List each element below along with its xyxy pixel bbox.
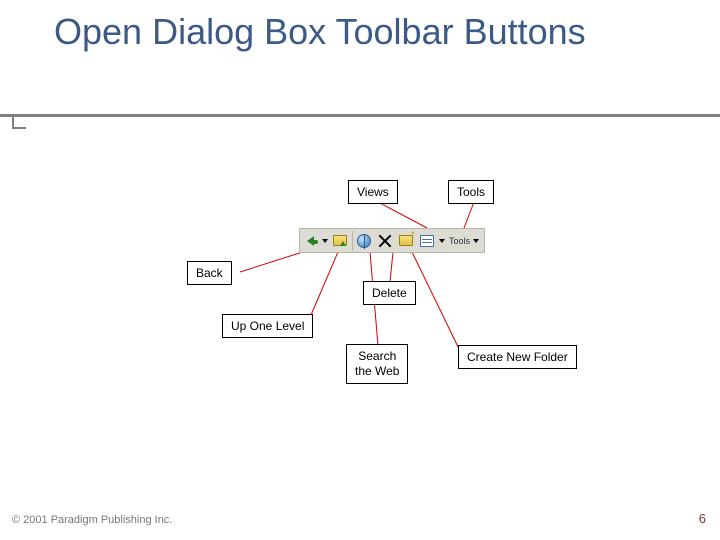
footer-page-number: 6 [699, 511, 706, 526]
callout-up-one-level: Up One Level [222, 314, 313, 338]
callout-search-line1: Search [358, 349, 396, 363]
back-arrow-icon [307, 236, 314, 246]
callout-search-line2: the Web [355, 364, 399, 378]
callout-back: Back [187, 261, 232, 285]
delete-x-icon [378, 234, 392, 248]
globe-icon [357, 234, 371, 248]
callout-new-folder: Create New Folder [458, 345, 577, 369]
page-title: Open Dialog Box Toolbar Buttons [54, 10, 586, 53]
separator [352, 231, 353, 251]
footer-copyright: © 2001 Paradigm Publishing Inc. [12, 514, 172, 526]
callout-views: Views [348, 180, 398, 204]
delete-button[interactable] [374, 230, 395, 252]
create-new-folder-button[interactable] [395, 230, 416, 252]
new-folder-icon [399, 235, 413, 246]
tools-menu[interactable]: Tools [446, 230, 484, 252]
open-dialog-toolbar: Tools [299, 228, 485, 253]
chevron-down-icon [439, 239, 445, 243]
title-divider [0, 114, 720, 117]
search-web-button[interactable] [354, 230, 375, 252]
views-dropdown[interactable] [437, 230, 446, 252]
chevron-down-icon [322, 239, 328, 243]
callout-search-web: Search the Web [346, 344, 408, 384]
back-button[interactable] [300, 230, 321, 252]
views-icon [420, 235, 434, 247]
views-button[interactable] [416, 230, 437, 252]
chevron-down-icon [473, 239, 479, 243]
tools-label: Tools [449, 236, 470, 246]
corner-decor [12, 115, 26, 129]
connector-lines [0, 0, 720, 540]
slide: Open Dialog Box Toolbar Buttons Views To… [0, 0, 720, 540]
up-one-level-button[interactable] [330, 230, 351, 252]
folder-up-icon [333, 235, 347, 246]
callout-delete: Delete [363, 281, 416, 305]
back-dropdown[interactable] [321, 230, 330, 252]
callout-tools: Tools [448, 180, 494, 204]
